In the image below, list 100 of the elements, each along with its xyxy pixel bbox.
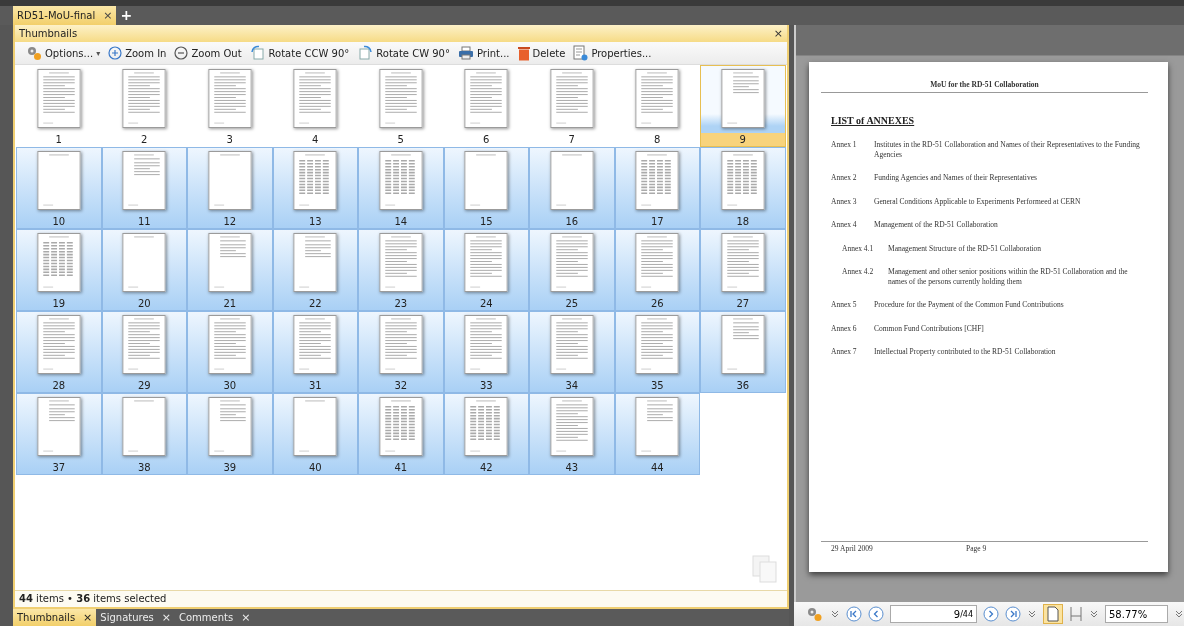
close-icon[interactable]: × [773, 27, 783, 40]
page-thumbnail[interactable]: 3 [187, 65, 273, 147]
page-thumbnail[interactable]: 34 [529, 311, 615, 393]
last-page-icon[interactable] [1005, 606, 1021, 622]
toolbar-button[interactable]: Delete [514, 43, 569, 63]
toolbar-button[interactable]: Zoom In [105, 43, 170, 63]
chevron-down-icon[interactable] [830, 609, 840, 619]
page-number-field[interactable]: 9/44 [890, 605, 977, 623]
page-thumbnail[interactable]: 2 [101, 65, 187, 147]
continuous-page-icon[interactable] [1069, 606, 1083, 622]
page-thumbnail[interactable]: 33 [443, 311, 529, 393]
page-thumbnail[interactable]: 12 [187, 147, 273, 229]
page-thumbnail[interactable]: 43 [529, 393, 615, 475]
chevron-down-icon[interactable] [1027, 609, 1037, 619]
page-thumbnail[interactable]: 40 [272, 393, 358, 475]
page-number: 28 [51, 379, 67, 392]
chevron-down-icon[interactable] [1089, 609, 1099, 619]
panel-tab[interactable]: Comments × [175, 609, 255, 626]
page-number: 36 [735, 379, 751, 392]
page-number: 37 [51, 461, 67, 474]
panel-tab[interactable]: Thumbnails × [13, 609, 97, 626]
page-thumbnail[interactable]: 8 [614, 65, 700, 147]
page-thumbnail[interactable]: 29 [101, 311, 187, 393]
page-thumbnail[interactable]: 5 [358, 65, 444, 147]
page-number: 5 [396, 133, 405, 146]
page-number: 31 [307, 379, 323, 392]
page-thumbnail[interactable]: 24 [443, 229, 529, 311]
page-thumbnail[interactable]: 41 [358, 393, 444, 475]
toolbar-button[interactable]: Zoom Out [171, 43, 245, 63]
page-number: 40 [307, 461, 323, 474]
page-thumbnail[interactable]: 44 [614, 393, 700, 475]
page-thumbnail[interactable]: 17 [614, 147, 700, 229]
previous-page-icon[interactable] [868, 606, 884, 622]
page-number: 15 [478, 215, 494, 228]
page-thumbnail[interactable]: 19 [16, 229, 102, 311]
trash-icon [517, 45, 530, 61]
page-thumbnail[interactable]: 42 [443, 393, 529, 475]
page-thumbnail[interactable]: 32 [358, 311, 444, 393]
page-thumbnail[interactable]: 35 [614, 311, 700, 393]
toolbar-button[interactable]: Options... ▾ [23, 43, 104, 63]
toolbar-button[interactable]: Print... [454, 43, 513, 63]
page-thumbnail[interactable]: 7 [529, 65, 615, 147]
page-thumbnail[interactable]: 1 [16, 65, 102, 147]
page-number: 2 [140, 133, 149, 146]
page-thumbnail[interactable]: 22 [272, 229, 358, 311]
page-heading: LIST of ANNEXES [831, 115, 916, 126]
page-thumbnail[interactable]: 6 [443, 65, 529, 147]
page-number: 18 [735, 215, 751, 228]
page-thumbnail[interactable]: 14 [358, 147, 444, 229]
page-thumbnail[interactable]: 11 [101, 147, 187, 229]
properties-icon [573, 45, 589, 61]
page-number: 41 [393, 461, 409, 474]
page-thumbnail[interactable]: 37 [16, 393, 102, 475]
printer-icon [457, 46, 474, 60]
page-thumbnail[interactable]: 20 [101, 229, 187, 311]
toolbar-button[interactable]: Rotate CCW 90° [246, 43, 353, 63]
document-tab[interactable]: RD51-MoU-final × [13, 6, 117, 25]
page-number: 14 [393, 215, 409, 228]
rotate-right-icon [357, 45, 374, 61]
zoom-dropdown[interactable]: 58.77% [1105, 605, 1168, 623]
page-number: 16 [564, 215, 580, 228]
first-page-icon[interactable] [846, 606, 862, 622]
page-thumbnail[interactable]: 39 [187, 393, 273, 475]
page-number: 20 [136, 297, 152, 310]
status-text: 44 items • 36 items selected [15, 590, 787, 607]
page-thumbnail[interactable]: 30 [187, 311, 273, 393]
gear-icon[interactable] [806, 606, 824, 622]
page-thumbnail[interactable]: 13 [272, 147, 358, 229]
toolbar-button[interactable]: Properties... [570, 43, 655, 63]
page-thumbnail[interactable]: 9 [700, 65, 786, 147]
page-thumbnail[interactable]: 21 [187, 229, 273, 311]
page-thumbnail[interactable]: 36 [700, 311, 786, 393]
page-thumbnail[interactable]: 4 [272, 65, 358, 147]
page-number: 29 [136, 379, 152, 392]
page-number: 19 [51, 297, 67, 310]
page-thumbnail[interactable]: 31 [272, 311, 358, 393]
panel-tab[interactable]: Signatures × [96, 609, 175, 626]
close-icon[interactable]: × [241, 611, 251, 624]
new-tab-button[interactable]: + [116, 6, 137, 25]
page-number: 11 [136, 215, 152, 228]
page-number: 35 [649, 379, 665, 392]
page-icon [1047, 606, 1059, 622]
page-thumbnail[interactable]: 23 [358, 229, 444, 311]
toolbar-button[interactable]: Rotate CW 90° [354, 43, 453, 63]
page-thumbnail[interactable]: 18 [700, 147, 786, 229]
page-thumbnail[interactable]: 38 [101, 393, 187, 475]
page-thumbnail[interactable]: 27 [700, 229, 786, 311]
page-thumbnail[interactable]: 26 [614, 229, 700, 311]
page-thumbnail[interactable]: 28 [16, 311, 102, 393]
page-number: 30 [222, 379, 238, 392]
page-thumbnail[interactable]: 16 [529, 147, 615, 229]
chevron-down-icon[interactable] [1174, 609, 1184, 619]
page-thumbnail[interactable]: 25 [529, 229, 615, 311]
page-thumbnail[interactable]: 15 [443, 147, 529, 229]
page-thumbnail[interactable]: 10 [16, 147, 102, 229]
single-page-button[interactable] [1043, 604, 1063, 624]
close-icon[interactable]: × [103, 9, 113, 22]
next-page-icon[interactable] [983, 606, 999, 622]
close-icon[interactable]: × [83, 611, 93, 624]
close-icon[interactable]: × [161, 611, 171, 624]
